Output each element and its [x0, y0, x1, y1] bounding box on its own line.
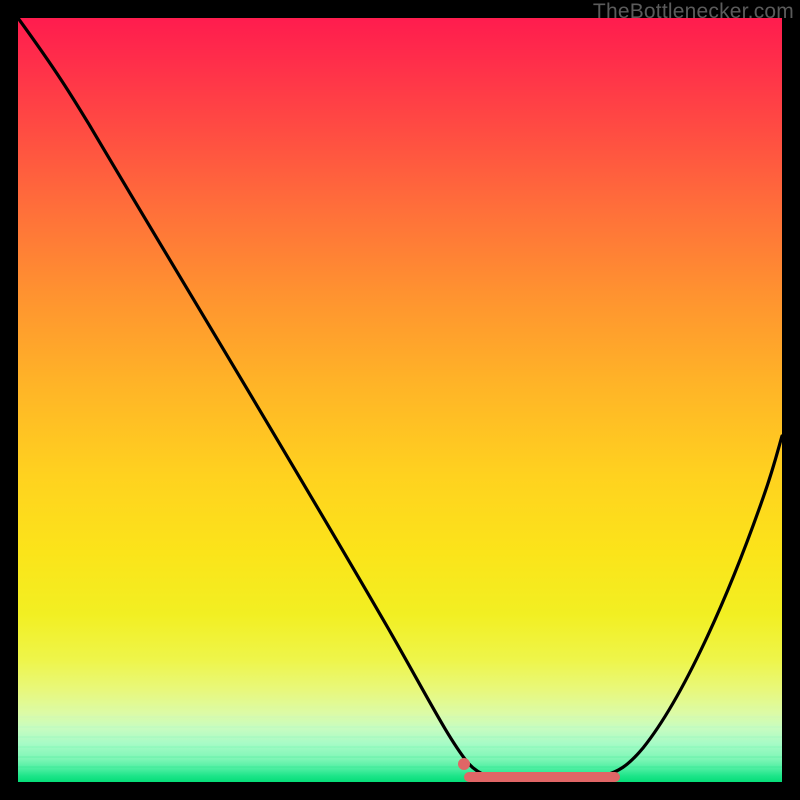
gradient-band	[18, 706, 782, 708]
gradient-band	[18, 766, 782, 768]
gradient-band	[18, 726, 782, 728]
optimal-flat-segment	[464, 772, 620, 782]
gradient-band	[18, 736, 782, 738]
gradient-band	[18, 746, 782, 748]
gradient-background	[18, 18, 782, 782]
chart-plot-area	[18, 18, 782, 782]
gradient-band	[18, 716, 782, 718]
chart-frame	[18, 18, 782, 782]
gradient-band	[18, 756, 782, 758]
flat-start-dot	[458, 758, 470, 770]
